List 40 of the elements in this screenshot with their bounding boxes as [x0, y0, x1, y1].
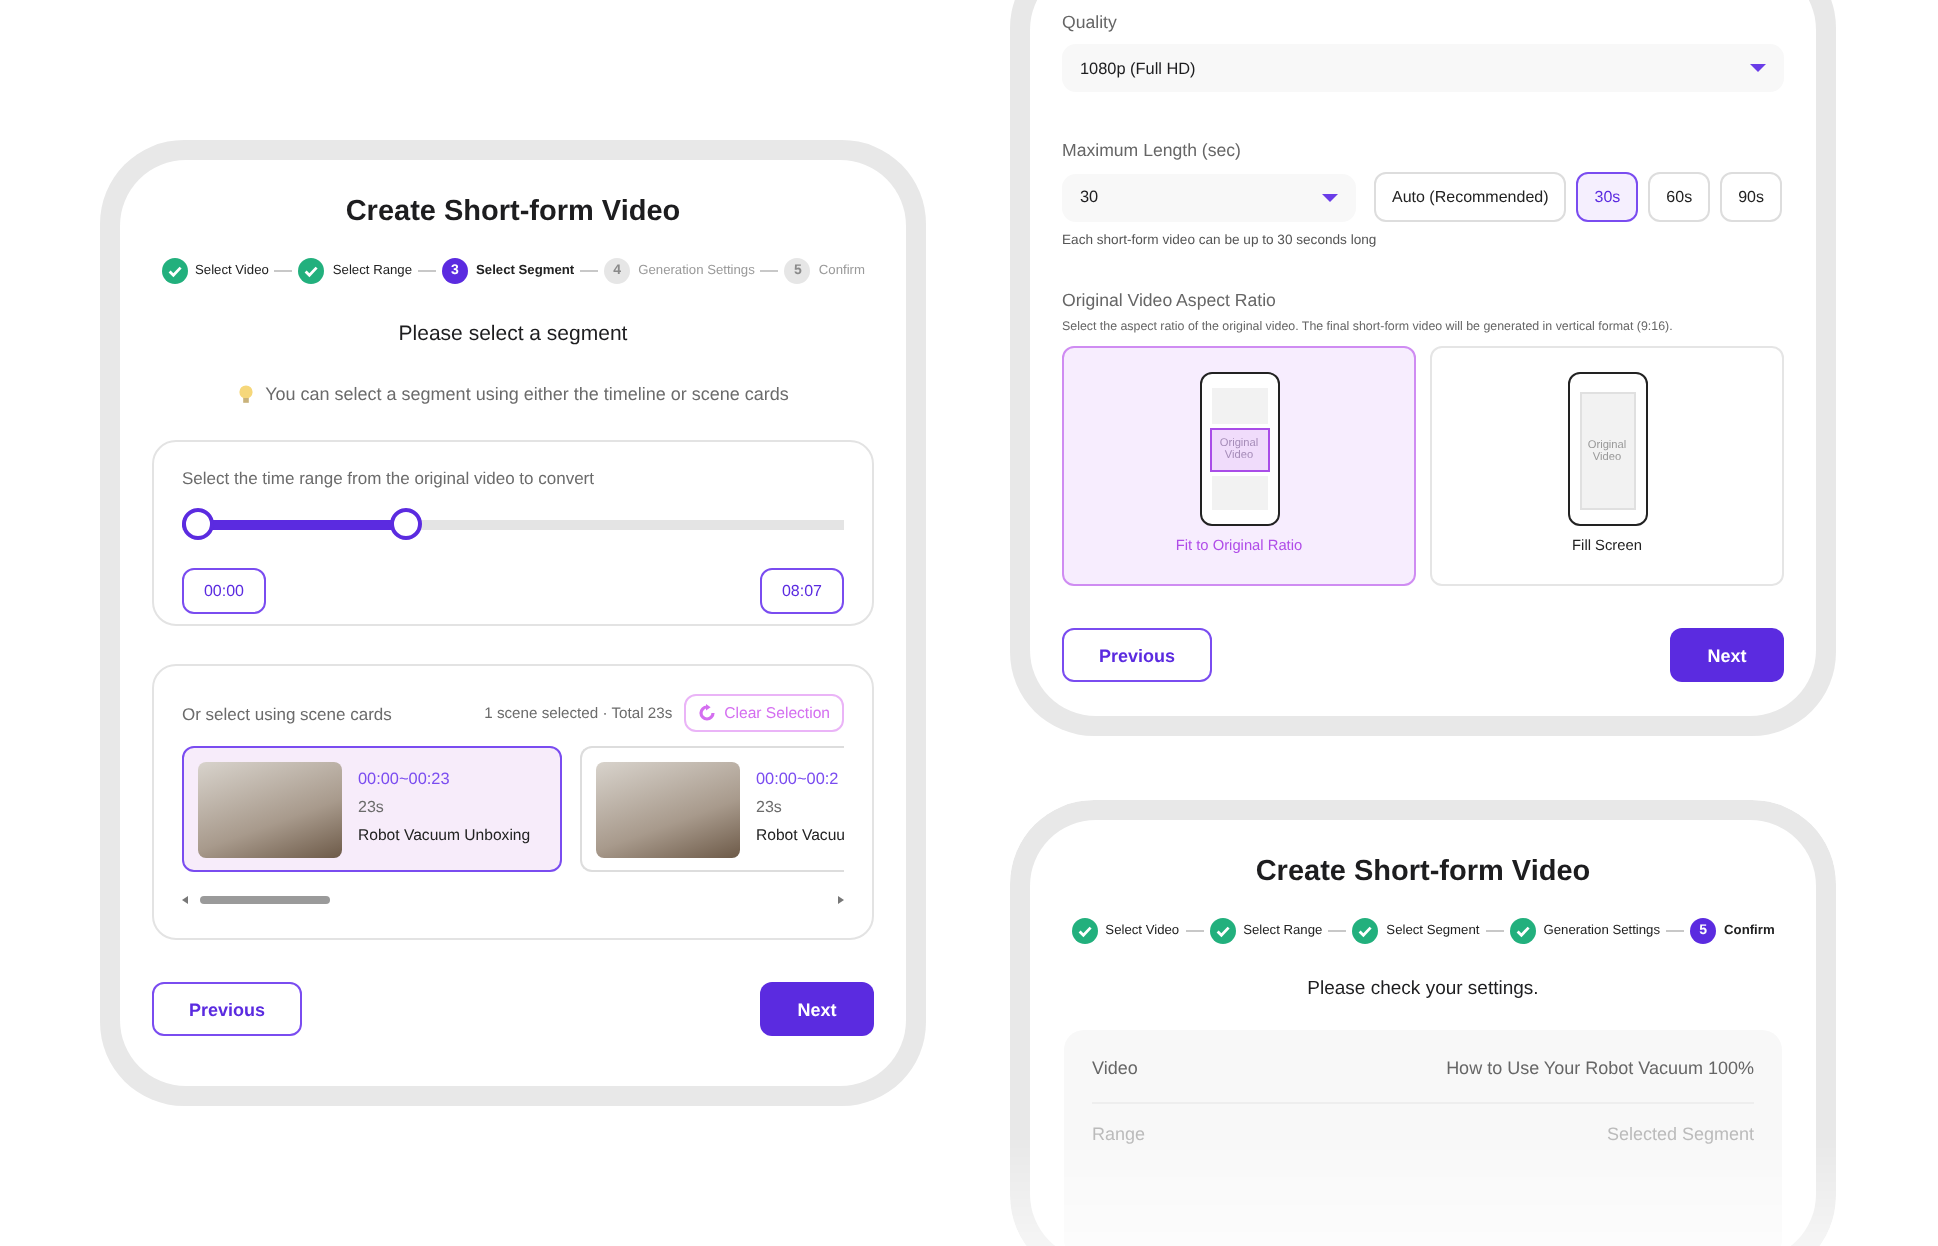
row-value: Selected Segment	[1606, 1124, 1754, 1144]
lightbulb-icon	[237, 384, 254, 404]
length-option[interactable]: 60s	[1648, 172, 1711, 222]
row-label: Video	[1092, 1058, 1138, 1078]
photo-placeholder	[596, 762, 740, 858]
field-label: Maximum Length (sec)	[1062, 140, 1243, 160]
letterbox-band	[1211, 475, 1267, 510]
timeline-label: Select the time range from the original video to convert	[182, 468, 596, 488]
time-field[interactable]: 08:07	[760, 568, 844, 614]
scene-time: 00:00~00:23	[358, 770, 452, 788]
length-dropdown[interactable]: 30	[1062, 173, 1356, 221]
page-title: Create Short-form Video	[1253, 856, 1593, 892]
field-label: Quality	[1062, 12, 1119, 32]
previous-button[interactable]: Previous	[1062, 628, 1212, 682]
previous-button[interactable]: Previous	[152, 982, 302, 1036]
horizontal-scrollbar[interactable]	[182, 894, 844, 906]
length-option[interactable]: Auto (Recommended)	[1374, 172, 1567, 222]
refresh-icon	[698, 704, 717, 722]
row-value: How to Use Your Robot Vacuum 100%	[1446, 1058, 1754, 1078]
quality-dropdown[interactable]: 1080p (Full HD)	[1062, 44, 1784, 92]
range-handle[interactable]	[389, 508, 422, 540]
scene-label: Or select using scene cards	[182, 703, 394, 723]
time-field[interactable]: 00:00	[182, 568, 266, 614]
next-button[interactable]: Next	[1670, 628, 1784, 682]
section-heading: Please select a segment	[396, 322, 630, 346]
tip-text: You can select a segment using either the timeline or scene cards	[265, 384, 789, 404]
scene-duration: 23s	[358, 798, 386, 816]
caret-icon	[1322, 193, 1338, 201]
range-handle[interactable]	[182, 508, 214, 540]
section-heading: Please check your settings.	[1305, 978, 1541, 1000]
page-title: Create Short-form Video	[343, 196, 683, 232]
length-option[interactable]: 30s	[1576, 172, 1639, 222]
scene-duration: 23s	[756, 798, 784, 816]
row-label: Range	[1092, 1124, 1146, 1144]
length-option[interactable]: 90s	[1720, 172, 1782, 222]
caret-icon	[1750, 64, 1766, 72]
scene-time: 00:00~00:2	[756, 770, 841, 788]
next-button[interactable]: Next	[760, 982, 874, 1036]
section-title: Original Video Aspect Ratio	[1062, 290, 1278, 310]
photo-placeholder	[198, 762, 342, 858]
